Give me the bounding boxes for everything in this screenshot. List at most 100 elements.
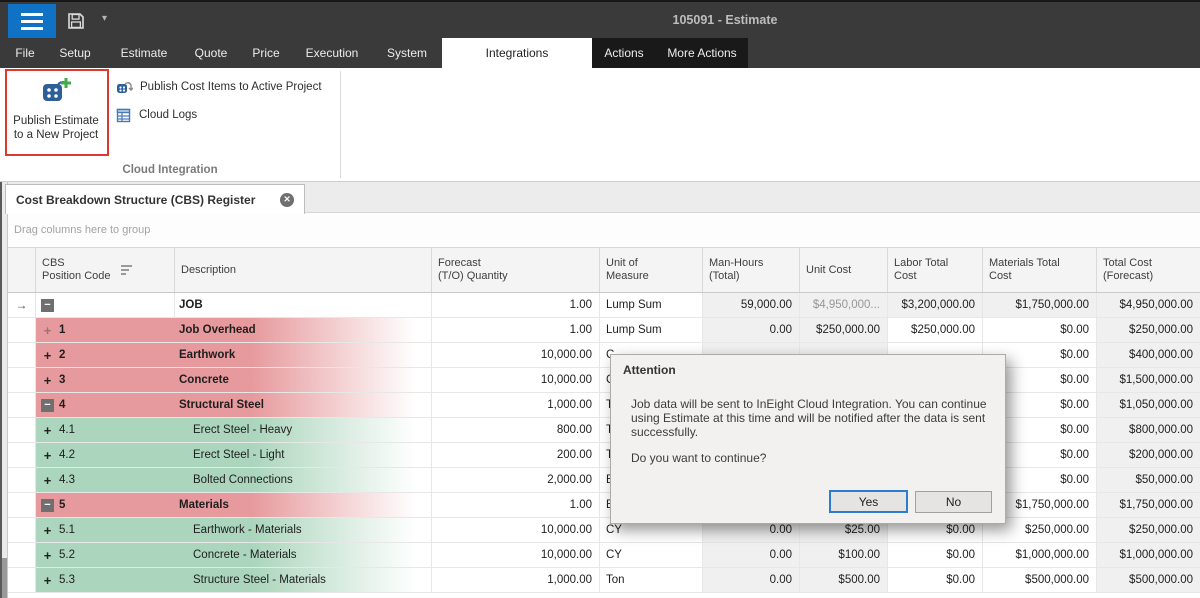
row-selector[interactable] [8, 443, 36, 467]
expand-icon[interactable] [41, 349, 54, 362]
qty-cell[interactable]: 1.00 [432, 493, 600, 517]
labor-cell[interactable]: $3,200,000.00 [888, 293, 983, 317]
total-cell[interactable]: $400,000.00 [1097, 343, 1200, 367]
mh-cell[interactable]: 0.00 [703, 568, 800, 592]
row-selector[interactable]: → [8, 293, 36, 317]
row-selector[interactable] [8, 568, 36, 592]
total-cell[interactable]: $800,000.00 [1097, 418, 1200, 442]
column-header-desc[interactable]: Description [175, 248, 432, 292]
description-cell[interactable]: Erect Steel - Heavy [175, 418, 432, 442]
total-cell[interactable]: $1,500,000.00 [1097, 368, 1200, 392]
description-cell[interactable]: Structural Steel [175, 393, 432, 417]
uom-cell[interactable]: Ton [600, 568, 703, 592]
expand-icon[interactable] [41, 449, 54, 462]
total-cell[interactable]: $50,000.00 [1097, 468, 1200, 492]
mat-cell[interactable]: $1,000,000.00 [983, 543, 1097, 567]
cbs-code-cell[interactable]: 4 [36, 393, 175, 417]
uom-cell[interactable]: CY [600, 543, 703, 567]
row-selector[interactable] [8, 343, 36, 367]
cbs-code-cell[interactable]: 5 [36, 493, 175, 517]
cbs-code-cell[interactable]: 1 [36, 318, 175, 342]
column-header-uc[interactable]: Unit Cost [800, 248, 888, 292]
expand-icon[interactable] [41, 324, 54, 337]
qty-cell[interactable]: 10,000.00 [432, 343, 600, 367]
menu-tab-system[interactable]: System [372, 38, 442, 68]
column-header-code[interactable]: CBS Position Code [36, 248, 175, 292]
description-cell[interactable]: Concrete [175, 368, 432, 392]
total-cell[interactable]: $1,750,000.00 [1097, 493, 1200, 517]
menu-tab-file[interactable]: File [6, 38, 44, 68]
row-selector[interactable] [8, 318, 36, 342]
mh-cell[interactable]: 59,000.00 [703, 293, 800, 317]
collapse-icon[interactable] [41, 299, 54, 312]
menu-tab-integrations[interactable]: Integrations [442, 38, 592, 68]
row-selector[interactable] [8, 418, 36, 442]
mat-cell[interactable]: $1,750,000.00 [983, 293, 1097, 317]
uc-cell[interactable]: $500.00 [800, 568, 888, 592]
qty-cell[interactable]: 800.00 [432, 418, 600, 442]
description-cell[interactable]: Materials [175, 493, 432, 517]
labor-cell[interactable]: $250,000.00 [888, 318, 983, 342]
total-cell[interactable]: $1,050,000.00 [1097, 393, 1200, 417]
total-cell[interactable]: $250,000.00 [1097, 318, 1200, 342]
publish-cost-items-button[interactable]: Publish Cost Items to Active Project [116, 76, 322, 98]
uom-cell[interactable]: Lump Sum [600, 318, 703, 342]
total-cell[interactable]: $1,000,000.00 [1097, 543, 1200, 567]
group-by-bar[interactable]: Drag columns here to group [8, 213, 1200, 248]
uc-cell[interactable]: $100.00 [800, 543, 888, 567]
row-selector[interactable] [8, 518, 36, 542]
mat-cell[interactable]: $500,000.00 [983, 568, 1097, 592]
cloud-logs-button[interactable]: Cloud Logs [116, 104, 197, 126]
uom-cell[interactable]: Lump Sum [600, 293, 703, 317]
qty-cell[interactable]: 2,000.00 [432, 468, 600, 492]
total-cell[interactable]: $500,000.00 [1097, 568, 1200, 592]
qty-cell[interactable]: 1,000.00 [432, 568, 600, 592]
menu-tab-actions[interactable]: Actions [592, 38, 656, 68]
labor-cell[interactable]: $0.00 [888, 543, 983, 567]
description-cell[interactable]: Structure Steel - Materials [175, 568, 432, 592]
no-button[interactable]: No [915, 491, 992, 513]
save-dropdown-caret[interactable]: ▾ [102, 13, 107, 24]
mat-cell[interactable]: $0.00 [983, 318, 1097, 342]
collapse-icon[interactable] [41, 399, 54, 412]
menu-tab-quote[interactable]: Quote [182, 38, 240, 68]
expand-icon[interactable] [41, 549, 54, 562]
uc-cell[interactable]: $4,950,000... [800, 293, 888, 317]
menu-tab-setup[interactable]: Setup [44, 38, 106, 68]
expand-icon[interactable] [41, 524, 54, 537]
qty-cell[interactable]: 1.00 [432, 293, 600, 317]
menu-tab-estimate[interactable]: Estimate [106, 38, 182, 68]
cbs-code-cell[interactable]: 2 [36, 343, 175, 367]
close-icon[interactable]: ✕ [280, 193, 294, 207]
description-cell[interactable]: Earthwork - Materials [175, 518, 432, 542]
menu-tab-more-actions[interactable]: More Actions [656, 38, 748, 68]
qty-cell[interactable]: 1,000.00 [432, 393, 600, 417]
mh-cell[interactable]: 0.00 [703, 318, 800, 342]
qty-cell[interactable]: 10,000.00 [432, 543, 600, 567]
collapse-icon[interactable] [41, 499, 54, 512]
row-selector[interactable] [8, 393, 36, 417]
row-selector[interactable] [8, 493, 36, 517]
qty-cell[interactable]: 200.00 [432, 443, 600, 467]
uc-cell[interactable]: $250,000.00 [800, 318, 888, 342]
cbs-code-cell[interactable]: 5.1 [36, 518, 175, 542]
expand-icon[interactable] [41, 474, 54, 487]
row-selector[interactable] [8, 543, 36, 567]
mh-cell[interactable]: 0.00 [703, 543, 800, 567]
description-cell[interactable]: Job Overhead [175, 318, 432, 342]
qty-cell[interactable]: 10,000.00 [432, 368, 600, 392]
expand-icon[interactable] [41, 374, 54, 387]
row-selector[interactable] [8, 468, 36, 492]
description-cell[interactable]: Erect Steel - Light [175, 443, 432, 467]
expand-icon[interactable] [41, 574, 54, 587]
column-header-mat[interactable]: Materials Total Cost [983, 248, 1097, 292]
description-cell[interactable]: Bolted Connections [175, 468, 432, 492]
menu-tab-price[interactable]: Price [240, 38, 292, 68]
cbs-code-cell[interactable]: 4.3 [36, 468, 175, 492]
description-cell[interactable]: Earthwork [175, 343, 432, 367]
cbs-code-cell[interactable]: 4.2 [36, 443, 175, 467]
cbs-code-cell[interactable]: 5.2 [36, 543, 175, 567]
labor-cell[interactable]: $0.00 [888, 568, 983, 592]
cbs-code-cell[interactable]: 4.1 [36, 418, 175, 442]
row-selector[interactable] [8, 368, 36, 392]
